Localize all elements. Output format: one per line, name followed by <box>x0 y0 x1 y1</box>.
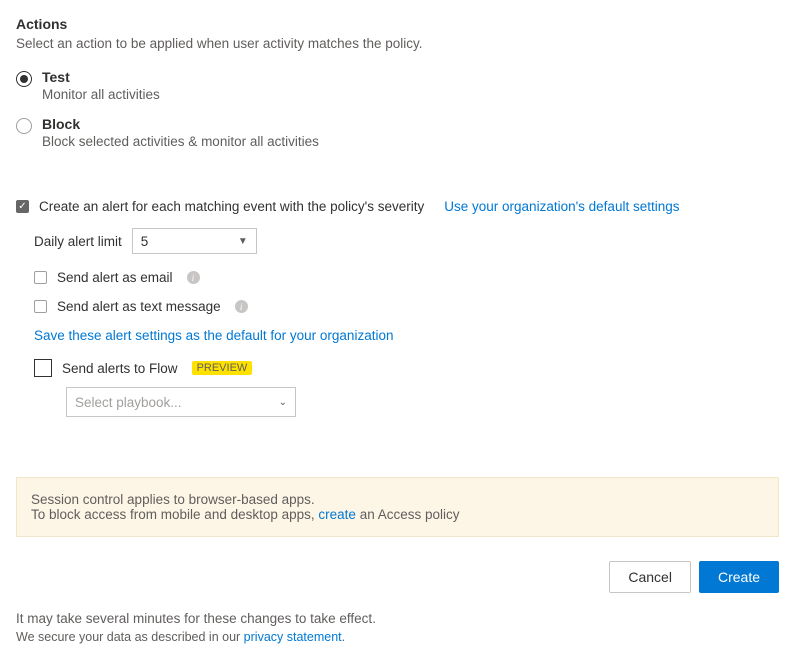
banner-line2: To block access from mobile and desktop … <box>31 507 764 522</box>
info-icon[interactable]: i <box>235 300 248 313</box>
chevron-down-icon: ⌄ <box>279 397 287 408</box>
daily-limit-value: 5 <box>141 234 149 249</box>
create-button[interactable]: Create <box>699 561 779 593</box>
playbook-select[interactable]: Select playbook... ⌄ <box>66 387 296 417</box>
send-sms-label: Send alert as text message <box>57 299 221 314</box>
send-flow-label: Send alerts to Flow <box>62 361 178 376</box>
send-sms-checkbox[interactable] <box>34 300 47 313</box>
info-icon[interactable]: i <box>187 271 200 284</box>
radio-option-test[interactable]: Test Monitor all activities <box>16 69 779 102</box>
send-flow-checkbox[interactable] <box>34 359 52 377</box>
radio-icon[interactable] <box>16 71 32 87</box>
use-default-link[interactable]: Use your organization's default settings <box>444 199 679 214</box>
footer-note: It may take several minutes for these ch… <box>16 611 779 626</box>
send-email-checkbox[interactable] <box>34 271 47 284</box>
radio-icon[interactable] <box>16 118 32 134</box>
daily-limit-label: Daily alert limit <box>34 234 122 249</box>
preview-badge: PREVIEW <box>192 361 253 375</box>
radio-sublabel: Monitor all activities <box>42 87 160 102</box>
radio-label: Test <box>42 69 160 85</box>
radio-option-block[interactable]: Block Block selected activities & monito… <box>16 116 779 149</box>
playbook-placeholder: Select playbook... <box>75 395 182 410</box>
banner-line1: Session control applies to browser-based… <box>31 492 764 507</box>
radio-sublabel: Block selected activities & monitor all … <box>42 134 319 149</box>
daily-limit-select[interactable]: 5 ▼ <box>132 228 257 254</box>
create-policy-link[interactable]: create <box>318 507 356 522</box>
section-description: Select an action to be applied when user… <box>16 36 779 51</box>
create-alert-checkbox[interactable]: ✓ <box>16 200 29 213</box>
privacy-link[interactable]: privacy statement <box>244 630 342 644</box>
section-title: Actions <box>16 16 779 32</box>
chevron-down-icon: ▼ <box>238 236 248 247</box>
footer-privacy: We secure your data as described in our … <box>16 630 779 644</box>
send-email-label: Send alert as email <box>57 270 173 285</box>
cancel-button[interactable]: Cancel <box>609 561 691 593</box>
save-default-link[interactable]: Save these alert settings as the default… <box>34 328 393 343</box>
radio-label: Block <box>42 116 319 132</box>
create-alert-label: Create an alert for each matching event … <box>39 199 424 214</box>
info-banner: Session control applies to browser-based… <box>16 477 779 537</box>
